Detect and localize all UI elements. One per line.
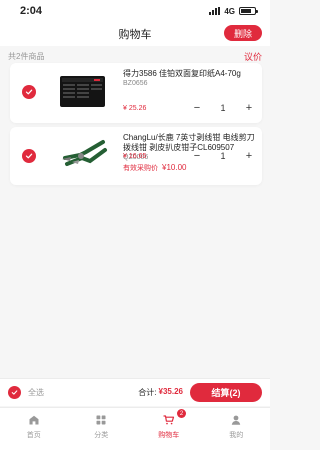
select-all-label[interactable]: 全选 [28,387,44,398]
network-type: 4G [224,6,235,16]
tab-home-label: 首页 [26,432,41,439]
page-header: 购物车 删除 [0,22,270,46]
user-icon [232,415,241,425]
check-icon [25,153,33,159]
cart-icon [163,415,174,425]
tab-profile-label: 我的 [229,432,244,439]
tab-cart[interactable]: 2 购物车 [135,408,203,450]
minus-button[interactable]: − [192,103,202,114]
status-icons: 4G [209,6,258,16]
check-icon [11,390,18,395]
quantity-value: 1 [220,103,226,113]
quantity-stepper[interactable]: − 1 + [192,151,254,162]
plus-button[interactable]: + [244,151,254,162]
paper-box-icon [60,76,105,107]
purchase-price-row: 有效采购价 ¥10.00 [123,163,186,173]
tab-profile[interactable]: 我的 [203,408,271,450]
delete-button[interactable]: 删除 [224,25,262,41]
product-name[interactable]: 得力3586 佳铂双面复印纸A4-70g [123,69,257,79]
quantity-value: 1 [220,151,226,161]
product-name[interactable]: ChangLu/长鹿 7英寸剥线钳 电线剪刀 拨线钳 剥皮扒皮钳子CL60950… [123,133,257,153]
total-price: 合计: ¥35.26 [138,387,183,398]
cart-footer: 全选 合计: ¥35.26 结算(2) [0,378,270,406]
grid-icon [96,415,106,425]
total-value: ¥35.26 [158,387,183,396]
tab-category[interactable]: 分类 [68,408,136,450]
item-select-checkbox[interactable] [22,149,36,163]
select-all-checkbox[interactable] [8,386,21,399]
quantity-stepper[interactable]: − 1 + [192,103,254,114]
checkout-button[interactable]: 结算(2) [190,383,262,402]
cart-badge: 2 [177,409,186,418]
signal-icon [209,7,221,15]
cart-summary: 共2件商品 议价 [0,49,270,63]
status-time: 2:04 [20,5,43,17]
plus-button[interactable]: + [244,103,254,114]
item-select-checkbox[interactable] [22,85,36,99]
tab-category-label: 分类 [94,432,109,439]
purchase-price-label: 有效采购价 [123,165,158,172]
item-count: 共2件商品 [8,51,45,61]
status-bar: 2:04 4G [0,0,270,22]
tab-cart-label: 购物车 [158,432,180,439]
bottom-tabbar: 首页 分类 2 购物车 我的 [0,407,270,450]
cart-item-1[interactable]: 得力3586 佳铂双面复印纸A4-70g BZ0656 ¥ 25.26 − 1 … [10,63,262,123]
purchase-price-value: ¥10.00 [162,163,187,172]
minus-button[interactable]: − [192,151,202,162]
cart-item-2[interactable]: ChangLu/长鹿 7英寸剥线钳 电线剪刀 拨线钳 剥皮扒皮钳子CL60950… [10,127,262,185]
battery-icon [239,7,258,15]
tab-home[interactable]: 首页 [0,408,68,450]
home-icon [29,415,39,425]
product-code: BZ0656 [123,80,148,87]
negotiate-link[interactable]: 议价 [244,50,262,63]
product-price: ¥ 16.65 [123,153,147,160]
product-price: ¥ 25.26 [123,105,147,112]
wire-stripper-icon [62,140,107,166]
total-label: 合计: [138,388,157,397]
page-title: 购物车 [118,29,152,41]
check-icon [25,89,33,95]
